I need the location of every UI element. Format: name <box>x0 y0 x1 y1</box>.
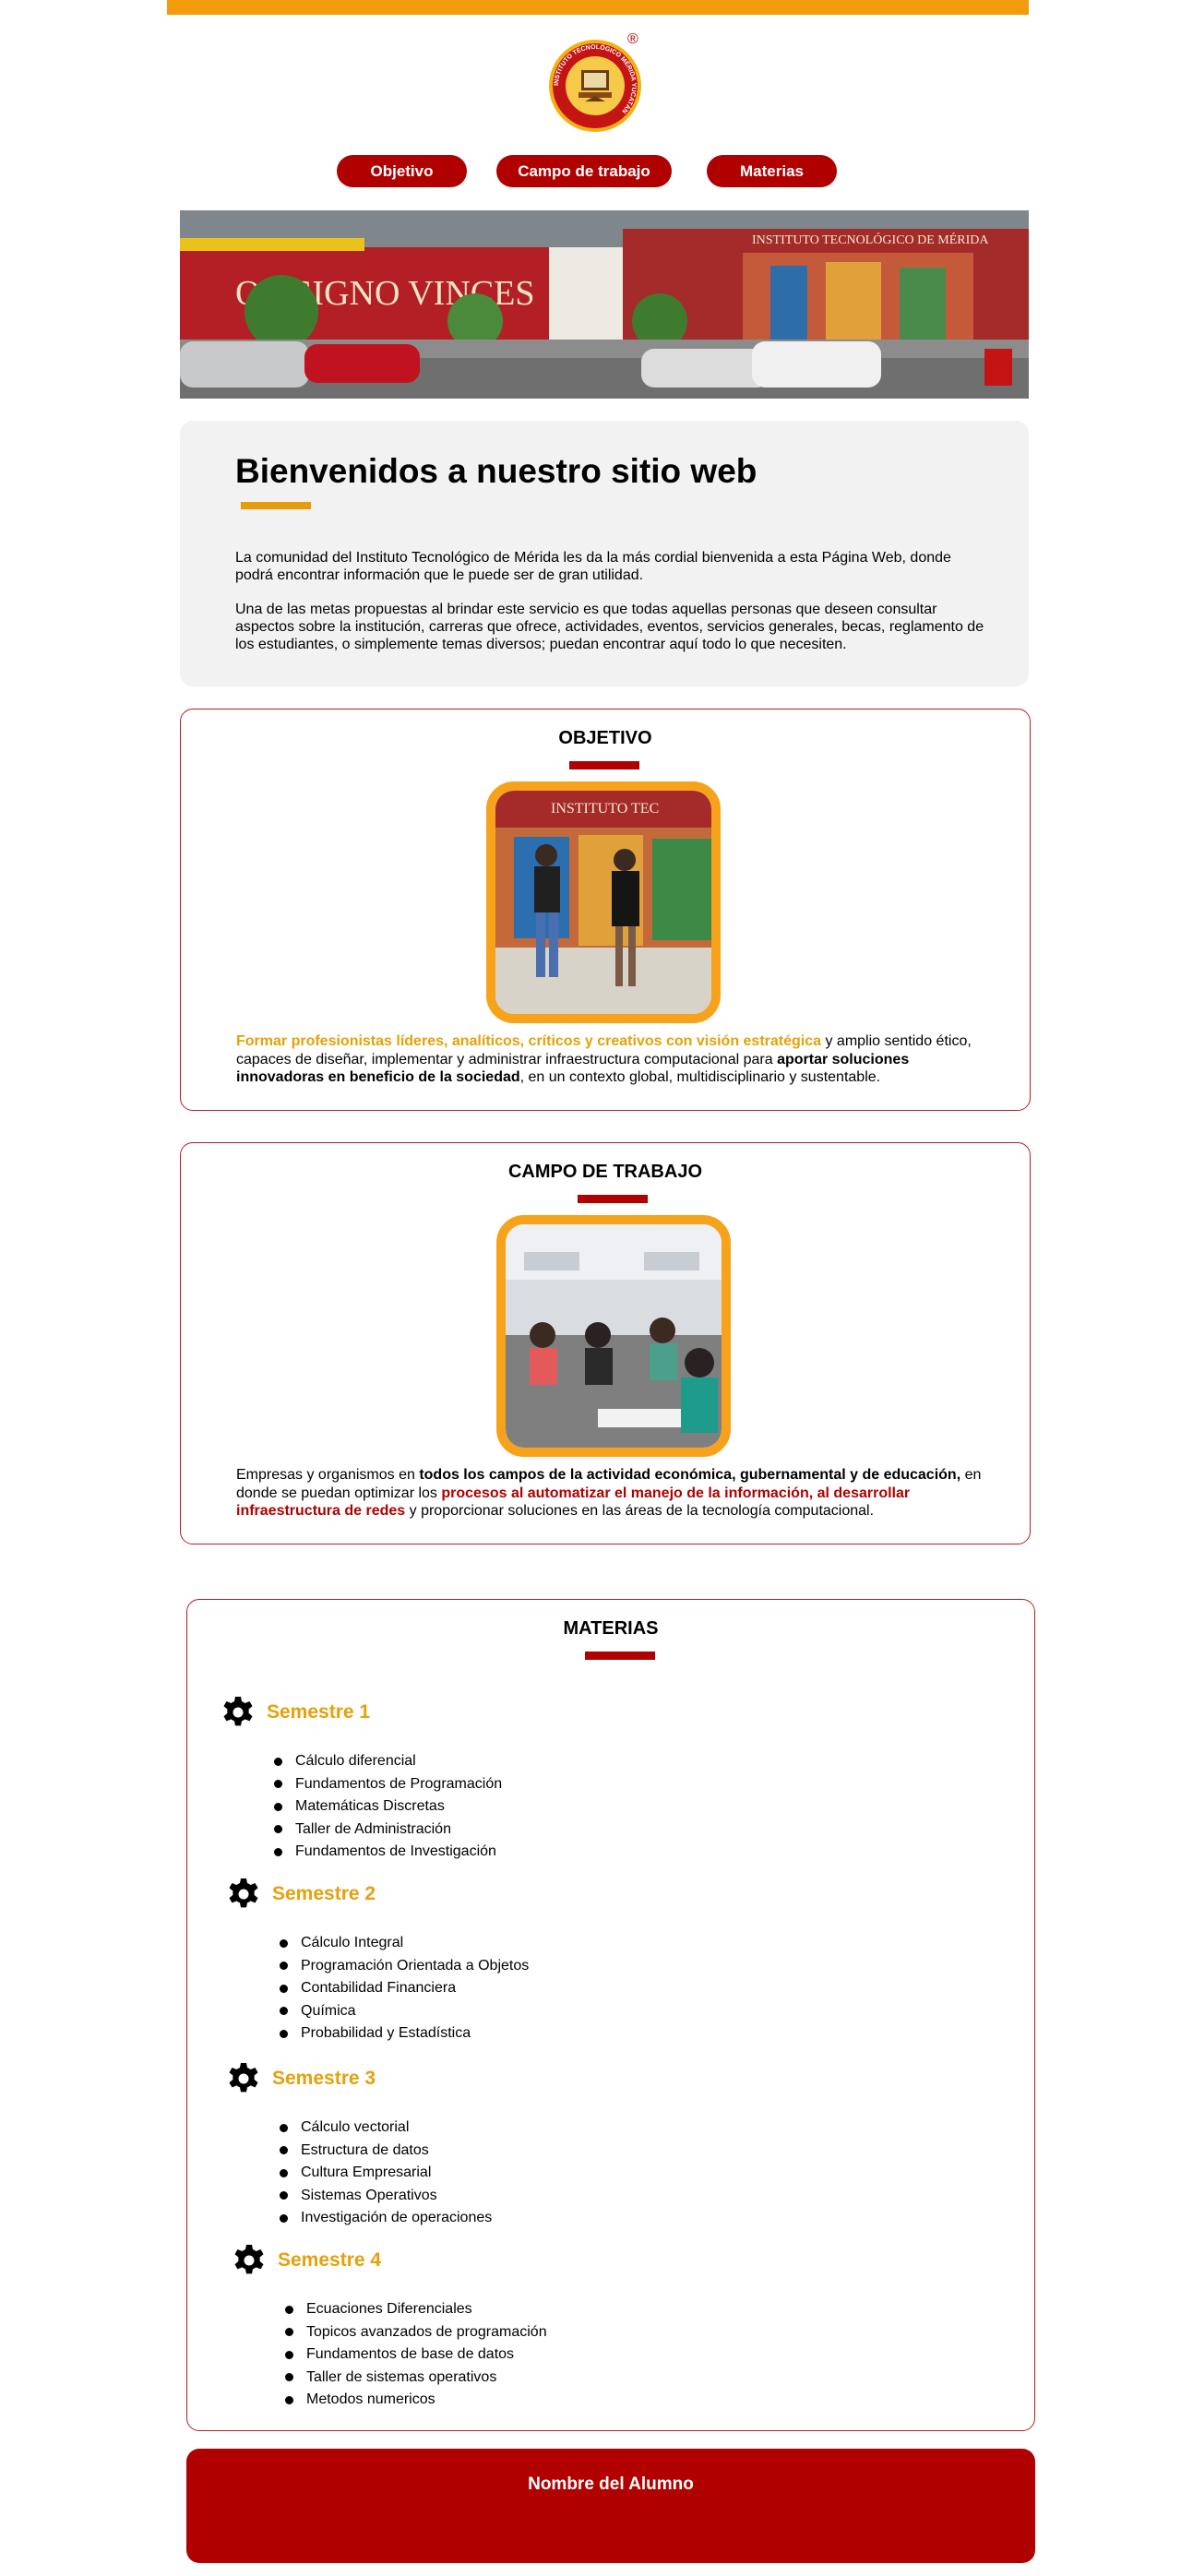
campo-text-end: y proporcionar soluciones en las áreas d… <box>405 1503 875 1519</box>
hero-building-text: INSTITUTO TECNOLÓGICO DE MÉRIDA <box>752 232 989 247</box>
list-item: Química <box>280 2000 529 2023</box>
list-item: Taller de Administración <box>274 1819 502 1842</box>
list-item: Topicos avanzados de programación <box>285 2321 547 2344</box>
objetivo-title: OBJETIVO <box>558 728 652 748</box>
objetivo-section: OBJETIVO INSTITUTO TEC Formar profesioni… <box>180 709 1031 1111</box>
objetivo-text-end: , en un contexto global, multidisciplina… <box>519 1069 881 1085</box>
list-item: Programación Orientada a Objetos <box>280 1955 529 1978</box>
semester-4-label: Semestre 4 <box>278 2249 382 2271</box>
semester-2-label: Semestre 2 <box>272 1883 376 1904</box>
gear-icon <box>223 1697 253 1726</box>
welcome-paragraph-1: La comunidad del Instituto Tecnológico d… <box>235 550 951 583</box>
semester-4-header[interactable]: Semestre 4 <box>232 2243 381 2278</box>
objetivo-title-underline <box>569 761 639 769</box>
semester-2-list: Cálculo Integral Programación Orientada … <box>280 1932 529 2045</box>
top-accent-bar <box>167 0 1029 15</box>
materias-title: MATERIAS <box>563 1618 659 1639</box>
list-item: Fundamentos de Investigación <box>274 1841 502 1864</box>
welcome-title: Bienvenidos a nuestro sitio web <box>235 452 758 490</box>
list-item: Fundamentos de Programación <box>274 1773 502 1796</box>
objetivo-photo-sign: INSTITUTO TEC <box>551 801 659 817</box>
campo-text-bold: todos los campos de la actividad económi… <box>419 1467 961 1483</box>
nav-materias-button[interactable]: Materias <box>707 155 837 187</box>
registered-mark: ® <box>627 31 638 47</box>
list-item: Cálculo vectorial <box>280 2117 492 2140</box>
list-item: Contabilidad Financiera <box>280 1977 529 2000</box>
nav-campo-button[interactable]: Campo de trabajo <box>496 155 672 187</box>
list-item: Matemáticas Discretas <box>274 1795 502 1819</box>
objetivo-photo: INSTITUTO TEC <box>486 781 721 1023</box>
footer-bar: Nombre del Alumno <box>186 2449 1035 2563</box>
materias-section: MATERIAS Semestre 1 Cálculo diferencial … <box>186 1599 1035 2431</box>
campo-photo <box>496 1215 731 1457</box>
campus-hero-image: OC SIGNO VINCES INSTITUTO TECNOLÓGICO DE… <box>180 210 1029 399</box>
list-item: Investigación de operaciones <box>280 2207 492 2230</box>
semester-3-header[interactable]: Semestre 3 <box>226 2061 376 2096</box>
list-item: Cálculo diferencial <box>274 1750 502 1773</box>
semester-4-list: Ecuaciones Diferenciales Topicos avanzad… <box>285 2298 547 2412</box>
list-item: Ecuaciones Diferenciales <box>285 2298 547 2321</box>
campo-title: CAMPO DE TRABAJO <box>507 1162 702 1182</box>
semester-2-header[interactable]: Semestre 2 <box>226 1877 376 1912</box>
materias-title-underline <box>585 1652 655 1660</box>
gear-icon <box>229 1878 258 1908</box>
semester-1-header[interactable]: Semestre 1 <box>221 1695 370 1730</box>
welcome-title-underline <box>241 502 311 509</box>
footer-student-name: Nombre del Alumno <box>528 2475 694 2494</box>
nav-objetivo-button[interactable]: Objetivo <box>337 155 467 187</box>
welcome-paragraph-2: Una de las metas propuestas al brindar e… <box>235 602 984 652</box>
semester-1-list: Cálculo diferencial Fundamentos de Progr… <box>274 1750 502 1864</box>
gear-icon <box>229 2063 258 2093</box>
welcome-panel: Bienvenidos a nuestro sitio web La comun… <box>180 421 1029 686</box>
list-item: Sistemas Operativos <box>280 2185 492 2208</box>
campo-section: CAMPO DE TRABAJO Empresas y organismos e… <box>180 1142 1031 1544</box>
campo-title-underline <box>578 1195 648 1203</box>
objetivo-text: Formar profesionistas líderes, analítico… <box>236 1032 993 1087</box>
list-item: Fundamentos de base de datos <box>285 2343 547 2367</box>
semester-1-label: Semestre 1 <box>267 1701 371 1723</box>
campo-text: Empresas y organismos en todos los campo… <box>236 1466 993 1521</box>
list-item: Cálculo Integral <box>280 1932 529 1955</box>
gear-icon <box>234 2245 264 2274</box>
list-item: Metodos numericos <box>285 2389 547 2412</box>
list-item: Estructura de datos <box>280 2140 492 2163</box>
objetivo-text-highlight: Formar profesionistas líderes, analítico… <box>236 1033 822 1049</box>
semester-3-list: Cálculo vectorial Estructura de datos Cu… <box>280 2117 492 2230</box>
campo-text-part: Empresas y organismos en <box>236 1467 420 1483</box>
list-item: Taller de sistemas operativos <box>285 2367 547 2390</box>
list-item: Cultura Empresarial <box>280 2162 492 2185</box>
list-item: Probabilidad y Estadística <box>280 2022 529 2045</box>
institute-logo[interactable]: INSTITUTO TECNOLÓGICO MÉRIDA YUCATÁN <box>548 35 642 137</box>
semester-3-label: Semestre 3 <box>272 2068 376 2089</box>
